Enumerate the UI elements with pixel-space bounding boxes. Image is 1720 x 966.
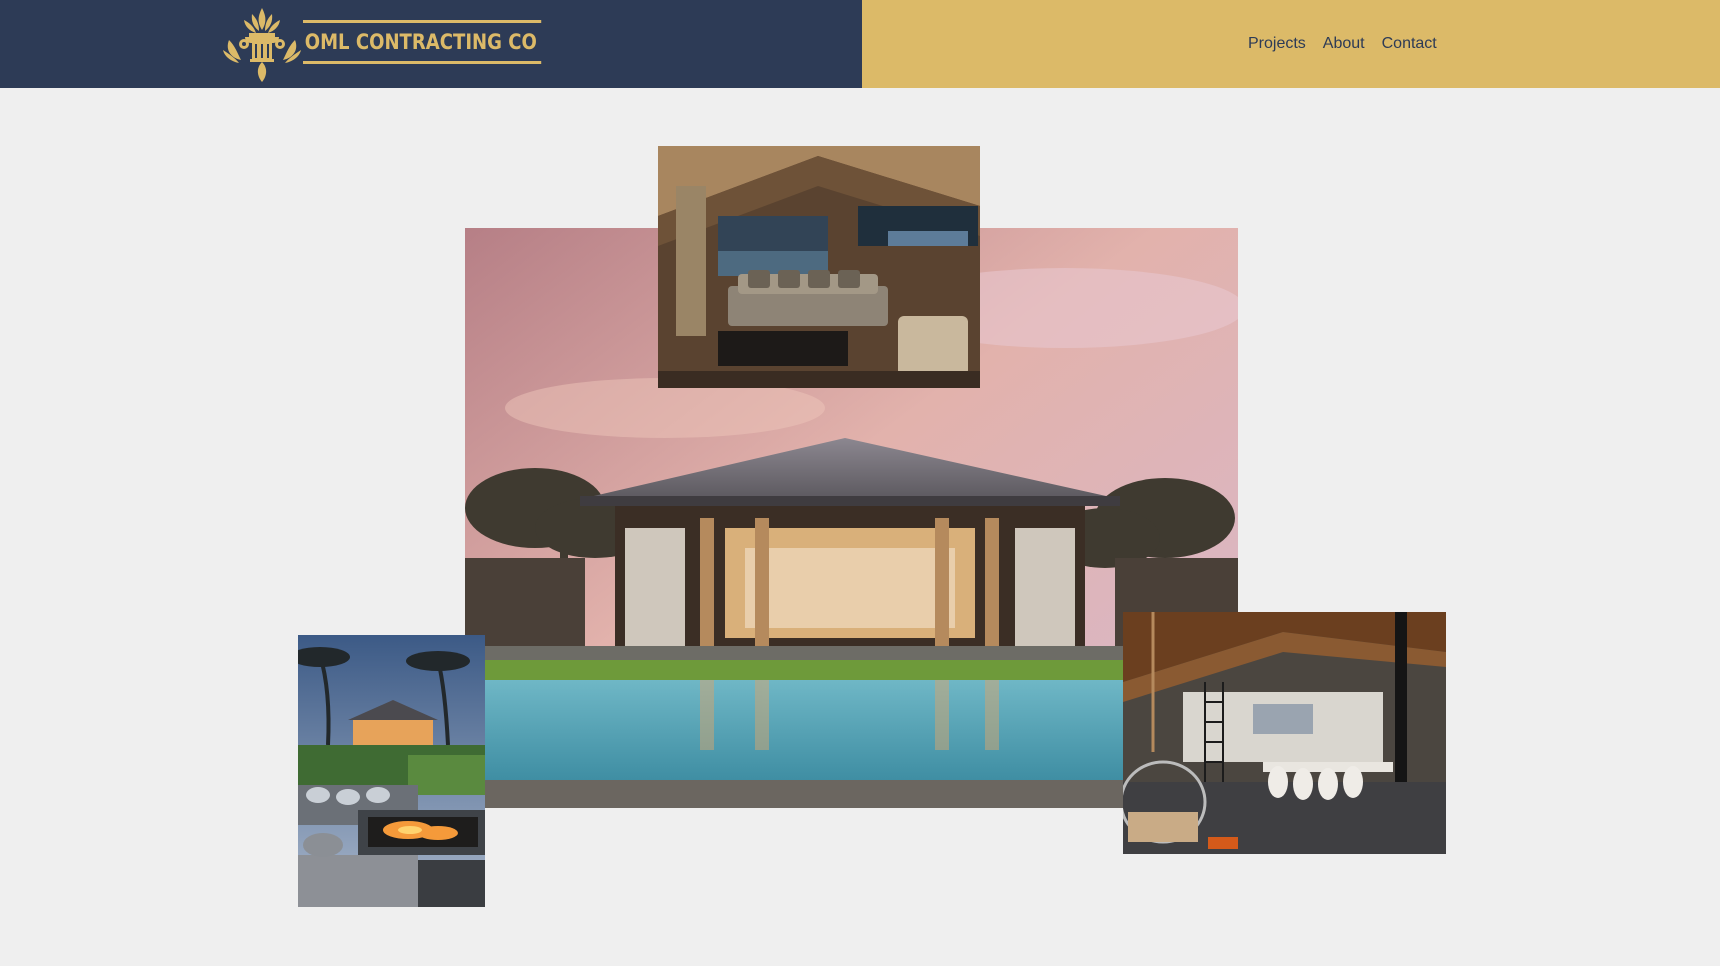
gallery-image-dining-interior[interactable] — [1123, 612, 1446, 854]
firepit-image — [298, 635, 485, 907]
brand-logo[interactable]: OML CONTRACTING CO — [221, 6, 542, 84]
gallery-image-firepit[interactable] — [298, 635, 485, 907]
living-room-image — [658, 146, 980, 388]
site-header: OML CONTRACTING CO Projects About Contac… — [0, 0, 1720, 88]
main-nav: Projects About Contact — [1248, 30, 1437, 58]
brand-name: OML CONTRACTING CO — [303, 20, 542, 64]
header-navy-panel: OML CONTRACTING CO — [0, 0, 862, 88]
nav-contact-link[interactable]: Contact — [1382, 30, 1437, 58]
nav-projects-link[interactable]: Projects — [1248, 30, 1306, 58]
gallery-image-living-room[interactable] — [658, 146, 980, 388]
dining-interior-image — [1123, 612, 1446, 854]
column-laurel-icon — [223, 8, 301, 82]
nav-about-link[interactable]: About — [1323, 30, 1365, 58]
